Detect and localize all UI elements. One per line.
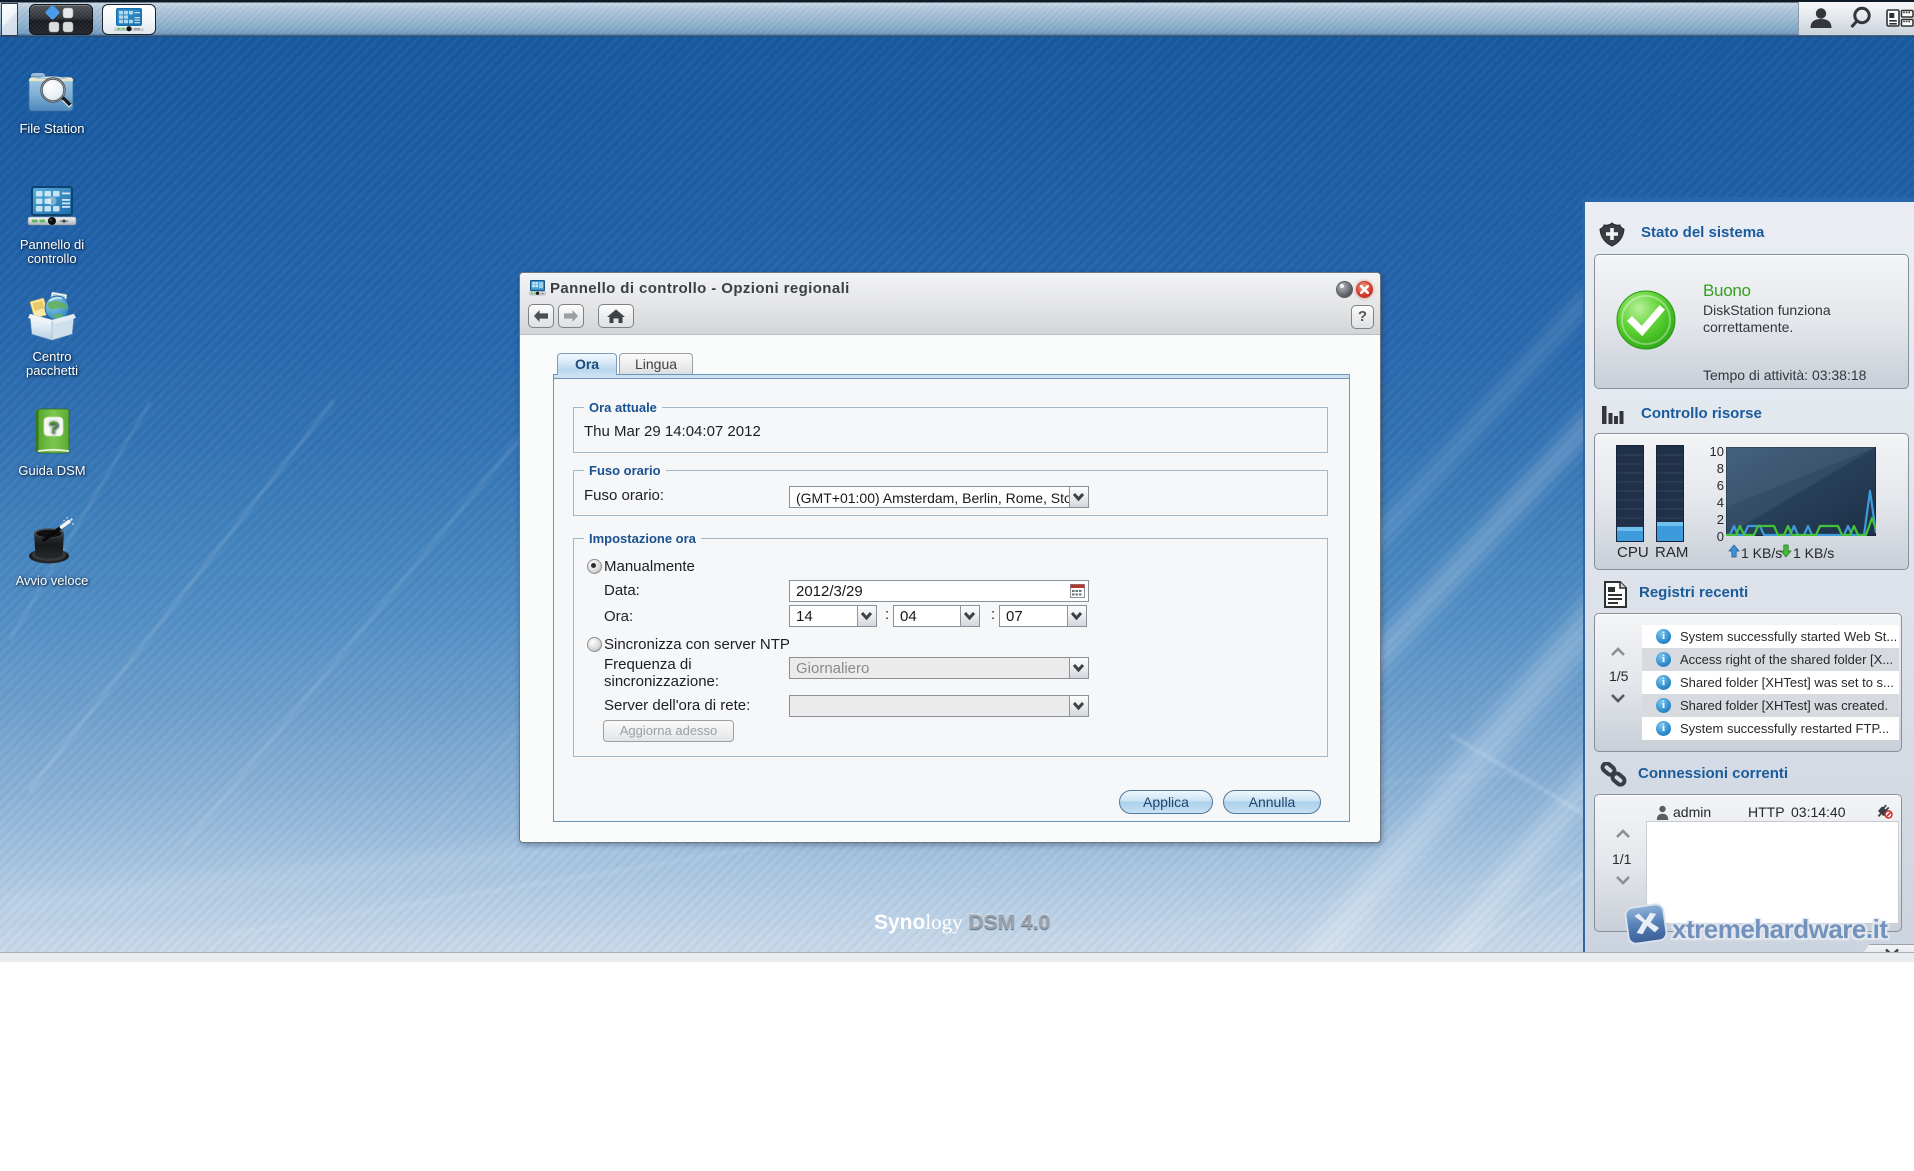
svg-text:?: ? (48, 418, 58, 437)
